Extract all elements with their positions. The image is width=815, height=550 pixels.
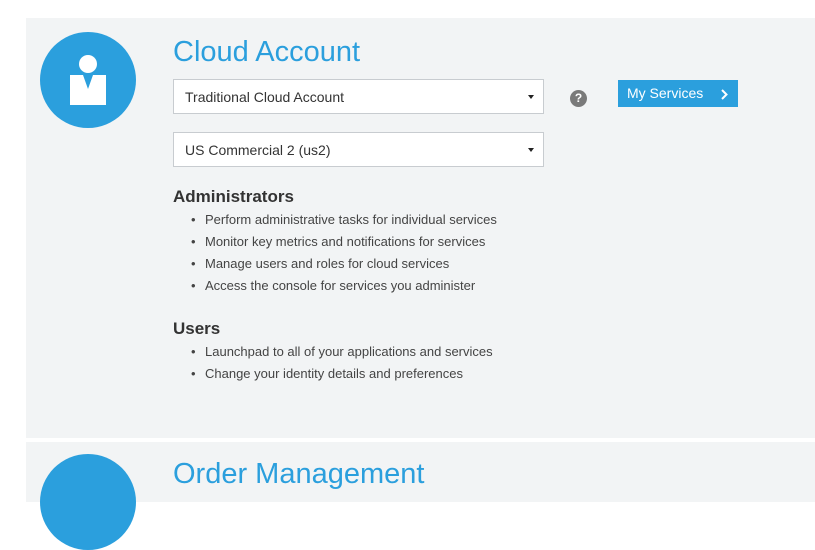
users-heading: Users [173, 319, 221, 338]
chevron-right-icon [721, 89, 728, 100]
cloud-account-panel: Cloud Account Traditional Cloud Account … [26, 18, 815, 438]
region-value: US Commercial 2 (us2) [185, 142, 331, 158]
users-list: Launchpad to all of your applications an… [189, 341, 493, 385]
order-management-title[interactable]: Order Management [173, 458, 424, 491]
user-icon [40, 32, 136, 128]
order-icon [40, 454, 136, 550]
caret-down-icon [528, 95, 534, 99]
list-item: Perform administrative tasks for individ… [189, 209, 497, 231]
order-management-panel: Order Management [26, 442, 815, 550]
region-select[interactable]: US Commercial 2 (us2) [173, 132, 544, 167]
account-type-value: Traditional Cloud Account [185, 89, 345, 105]
my-services-button[interactable]: My Services [618, 80, 738, 107]
account-type-select[interactable]: Traditional Cloud Account [173, 79, 544, 114]
administrators-heading: Administrators [173, 187, 294, 206]
question-icon[interactable]: ? [570, 90, 587, 107]
administrators-list: Perform administrative tasks for individ… [189, 209, 497, 297]
my-services-label: My Services [627, 85, 704, 101]
list-item: Launchpad to all of your applications an… [189, 341, 493, 363]
caret-down-icon [528, 148, 534, 152]
list-item: Monitor key metrics and notifications fo… [189, 231, 497, 253]
list-item: Access the console for services you admi… [189, 275, 497, 297]
page-title: Cloud Account [173, 36, 361, 68]
list-item: Change your identity details and prefere… [189, 363, 493, 385]
list-item: Manage users and roles for cloud service… [189, 253, 497, 275]
